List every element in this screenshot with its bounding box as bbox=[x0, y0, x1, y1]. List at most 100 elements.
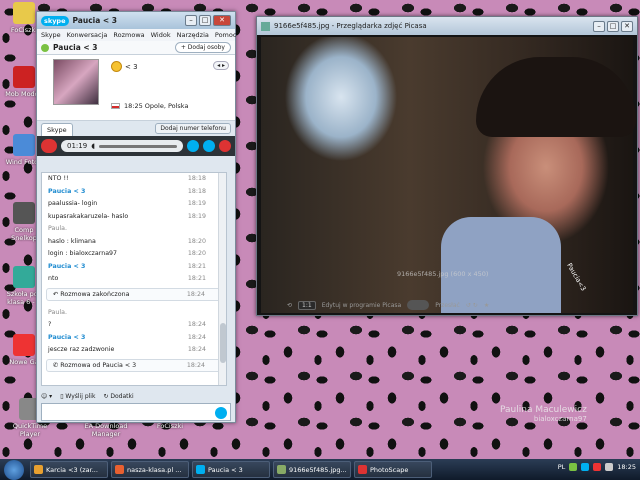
message-time: 18:24 bbox=[186, 361, 205, 369]
profile-nav-arrows[interactable]: ◂ ▸ bbox=[213, 61, 229, 70]
maximize-button[interactable]: □ bbox=[199, 15, 211, 26]
taskbar-button[interactable]: nasza-klasa.pl ... bbox=[111, 461, 189, 478]
chat-message: ? 18:24 bbox=[42, 319, 226, 332]
send-file-label: Wyślij plik bbox=[65, 392, 96, 400]
message-time: 18:19 bbox=[187, 212, 206, 220]
add-people-button[interactable]: + Dodaj osoby bbox=[174, 42, 231, 53]
poland-flag-icon bbox=[111, 103, 120, 109]
system-message-text: Rozmowa od Paucia < 3 bbox=[60, 361, 137, 369]
message-sender: Paula. bbox=[48, 225, 67, 232]
edit-in-picasa-button[interactable]: Edytuj w programie Picasa bbox=[322, 302, 402, 309]
minimize-button[interactable]: – bbox=[593, 20, 605, 32]
chat-history: NTO !! 18:18 Paucia < 3 18:18 paalussia- l… bbox=[41, 172, 227, 386]
tab-skype[interactable]: Skype bbox=[41, 123, 73, 136]
message-time: 18:24 bbox=[187, 321, 206, 328]
picasa-window[interactable]: 9166e5f485.jpg - Przeglądarka zdjęć Pica… bbox=[256, 16, 638, 316]
emoticon-menu-icon[interactable]: ☺ ▾ bbox=[41, 393, 52, 400]
volume-slider[interactable] bbox=[98, 144, 177, 148]
message-text: ? bbox=[48, 321, 52, 328]
desktop-icon-label: FoCiszki bbox=[156, 422, 184, 430]
share-button[interactable] bbox=[203, 140, 215, 152]
system-tray: PL 18:25 bbox=[558, 463, 636, 471]
play-button[interactable] bbox=[407, 300, 430, 310]
message-text: kupasrakakaruzela- haslo bbox=[48, 212, 129, 220]
window-title: 9166e5f485.jpg - Przeglądarka zdjęć Pica… bbox=[274, 22, 427, 30]
taskbar: Karcia <3 (zar... nasza-klasa.pl ... Pau… bbox=[0, 459, 640, 480]
message-text: paalussia- login bbox=[48, 200, 98, 207]
minimize-button[interactable]: – bbox=[185, 15, 197, 26]
message-text: jescze raz zadzwonie bbox=[48, 346, 115, 353]
clock[interactable]: 18:25 bbox=[617, 463, 636, 471]
close-button[interactable]: ✕ bbox=[621, 20, 633, 32]
language-indicator[interactable]: PL bbox=[558, 463, 566, 471]
chat-message: haslo : klimana 18:20 bbox=[42, 236, 226, 249]
chat-message: Paula. bbox=[42, 307, 226, 320]
message-time: 18:20 bbox=[187, 237, 206, 245]
message-time: 18:21 bbox=[187, 275, 206, 282]
picasa-toolbar: ⟲ 1:1 Edytuj w programie Picasa Przesłać… bbox=[287, 299, 607, 311]
prev-icon[interactable]: ⟲ bbox=[287, 302, 292, 309]
skype-titlebar[interactable]: skype Paucia < 3 – □ ✕ bbox=[37, 12, 235, 29]
message-text: login : bialoxczarna97 bbox=[48, 250, 118, 257]
menu-conversation[interactable]: Konwersacja bbox=[67, 31, 108, 39]
speaker-icon: ◖ bbox=[91, 142, 95, 150]
tray-icon[interactable] bbox=[593, 463, 602, 471]
chat-message: nto 18:21 bbox=[42, 273, 226, 286]
chat-message: paalussia- login 18:19 bbox=[42, 198, 226, 211]
volume-icon[interactable] bbox=[605, 463, 614, 471]
chat-scrollbar[interactable] bbox=[218, 173, 226, 385]
upload-button[interactable]: Przesłać bbox=[435, 302, 460, 309]
menu-bar: Skype Konwersacja Rozmowa Widok Narzędzi… bbox=[37, 29, 237, 41]
menu-view[interactable]: Widok bbox=[151, 31, 171, 39]
message-input[interactable] bbox=[41, 403, 231, 421]
hang-up-button[interactable] bbox=[41, 139, 57, 153]
rotate-icon[interactable]: ↺ ↻ bbox=[466, 302, 478, 309]
extras-button[interactable]: ↻ Dodatki bbox=[103, 393, 133, 400]
message-time: 18:21 bbox=[187, 262, 206, 270]
taskbar-button[interactable]: PhotoScape bbox=[354, 461, 432, 478]
message-sender: Paucia < 3 bbox=[48, 333, 86, 341]
add-phone-button[interactable]: Dodaj numer telefonu bbox=[155, 123, 231, 134]
star-icon[interactable]: ★ bbox=[484, 302, 489, 309]
message-text: nto bbox=[48, 275, 59, 282]
menu-help[interactable]: Pomoc bbox=[215, 31, 237, 39]
desktop-icon-label: Nowe Ga bbox=[9, 358, 39, 366]
taskbar-button[interactable]: 9166e5f485.jpg... bbox=[273, 461, 351, 478]
call-ended-notice: ↶ Rozmowa zakończona 18:24 bbox=[46, 287, 222, 301]
maximize-button[interactable]: □ bbox=[607, 20, 619, 32]
start-button[interactable] bbox=[4, 460, 24, 480]
contact-header: Paucia < 3 + Dodaj osoby bbox=[37, 41, 235, 55]
chat-toolbar: ☺ ▾ ▯ Wyślij plik ↻ Dodatki bbox=[41, 390, 227, 402]
taskbar-button-label: Paucia < 3 bbox=[208, 465, 243, 474]
picasa-titlebar[interactable]: 9166e5f485.jpg - Przeglądarka zdjęć Pica… bbox=[257, 17, 637, 35]
location-text: 18:25 Opole, Polska bbox=[124, 102, 189, 110]
message-time: 18:18 bbox=[187, 175, 206, 182]
message-text: NTO !! bbox=[48, 175, 69, 182]
tray-icon[interactable] bbox=[581, 463, 590, 471]
window-title: Paucia < 3 bbox=[72, 16, 118, 25]
message-sender: Paula. bbox=[48, 308, 67, 316]
location: 18:25 Opole, Polska bbox=[111, 102, 188, 110]
message-time: 18:18 bbox=[187, 187, 206, 195]
call-timer: 01:19 ◖ bbox=[61, 140, 183, 152]
taskbar-button[interactable]: Paucia < 3 bbox=[192, 461, 270, 478]
video-button[interactable] bbox=[187, 140, 199, 152]
taskbar-button-label: nasza-klasa.pl ... bbox=[127, 465, 182, 474]
menu-tools[interactable]: Narzędzia bbox=[177, 31, 209, 39]
system-message-text: Rozmowa zakończona bbox=[60, 290, 130, 298]
end-call-icon[interactable] bbox=[219, 140, 231, 152]
send-button[interactable] bbox=[215, 407, 227, 419]
send-file-button[interactable]: ▯ Wyślij plik bbox=[60, 393, 95, 400]
taskbar-button[interactable]: Karcia <3 (zar... bbox=[30, 461, 108, 478]
tray-icon[interactable] bbox=[569, 463, 578, 471]
skype-window[interactable]: skype Paucia < 3 – □ ✕ Skype Konwersacja… bbox=[36, 11, 236, 423]
avatar[interactable] bbox=[53, 59, 99, 105]
chat-message: Paula. bbox=[42, 223, 226, 236]
menu-skype[interactable]: Skype bbox=[41, 31, 61, 39]
ratio-button[interactable]: 1:1 bbox=[298, 300, 316, 310]
close-button[interactable]: ✕ bbox=[213, 15, 231, 26]
scrollbar-thumb[interactable] bbox=[220, 323, 226, 363]
app-icon bbox=[13, 202, 35, 224]
menu-call[interactable]: Rozmowa bbox=[113, 31, 144, 39]
photo-hair bbox=[476, 57, 636, 137]
